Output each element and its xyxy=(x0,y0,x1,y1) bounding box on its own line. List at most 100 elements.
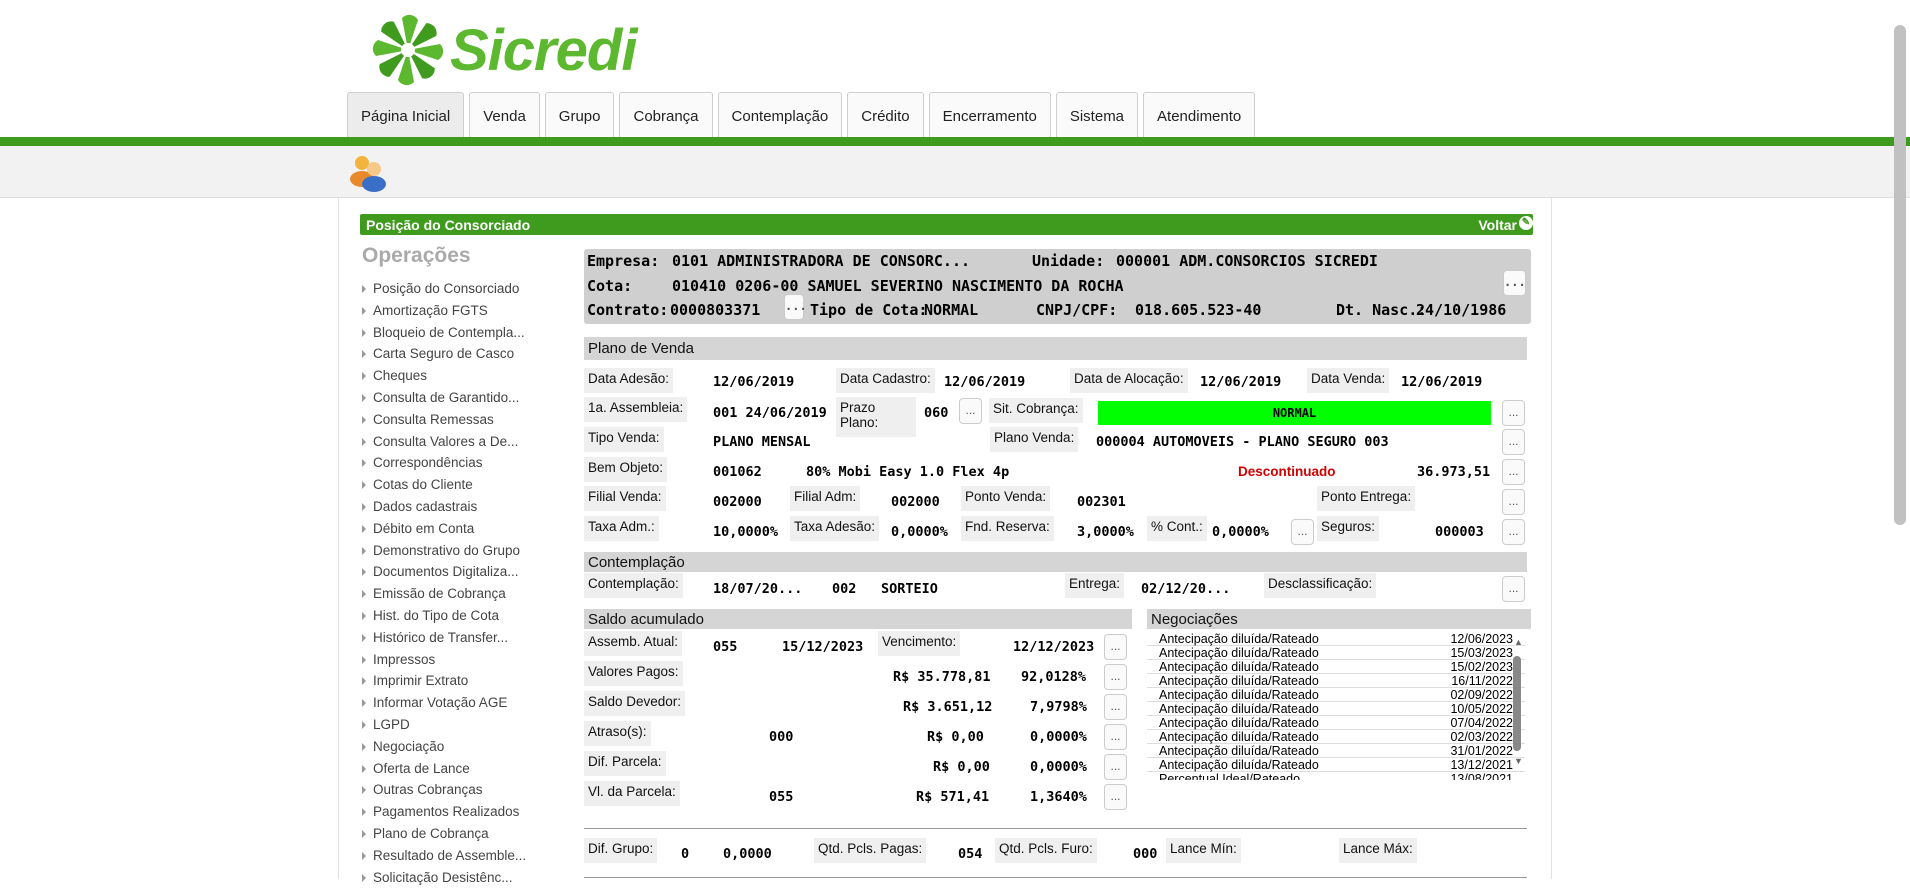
negociacao-row[interactable]: Antecipação diluída/Rateado 07/04/2022 xyxy=(1147,716,1525,730)
negociacao-row[interactable]: Antecipação diluída/Rateado 15/03/2023 xyxy=(1147,646,1525,660)
op-item[interactable]: Cheques xyxy=(362,368,526,390)
voltar-button[interactable]: Voltar xyxy=(1478,217,1517,233)
plano-venda-label: Plano Venda: xyxy=(990,427,1079,452)
negociacao-data: 13/12/2021 xyxy=(1450,758,1513,772)
op-item[interactable]: Negociação xyxy=(362,739,526,761)
op-item[interactable]: Hist. do Tipo de Cota xyxy=(362,608,526,630)
dif-parcela-more-button[interactable]: ... xyxy=(1104,754,1127,780)
negociacao-row[interactable]: Antecipação diluída/Rateado 02/09/2022 xyxy=(1147,688,1525,702)
tab-venda[interactable]: Venda xyxy=(469,92,540,140)
negociacao-row[interactable]: Antecipação diluída/Rateado 12/06/2023 xyxy=(1147,632,1525,646)
seguros-value: 000003 xyxy=(1435,524,1484,540)
vl-parcela-value: R$ 571,41 xyxy=(916,789,990,805)
scroll-down-icon[interactable]: ▼ xyxy=(1514,756,1523,766)
negociacao-row[interactable]: Antecipação diluída/Rateado 15/02/2023 xyxy=(1147,660,1525,674)
contrato-more-button[interactable]: ... xyxy=(784,294,807,320)
tab-pagina-inicial[interactable]: Página Inicial xyxy=(347,92,465,140)
back-icon[interactable]: ✎ xyxy=(1519,216,1533,230)
plano-venda-value: 000004 AUTOMOVEIS - PLANO SEGURO 003 xyxy=(1096,434,1389,450)
op-item[interactable]: Resultado de Assemble... xyxy=(362,848,526,870)
valores-pagos-more-button[interactable]: ... xyxy=(1104,664,1127,690)
op-item[interactable]: Outras Cobranças xyxy=(362,782,526,804)
users-icon[interactable] xyxy=(347,151,389,196)
op-item[interactable]: Solicitação Desistênc... xyxy=(362,870,526,891)
tab-contemplacao[interactable]: Contemplação xyxy=(717,92,843,140)
op-item[interactable]: Documentos Digitaliza... xyxy=(362,564,526,586)
op-item[interactable]: Demonstrativo do Grupo xyxy=(362,543,526,565)
op-item[interactable]: Amortização FGTS xyxy=(362,303,526,325)
negociacao-row[interactable]: Antecipação diluída/Rateado 10/05/2022 xyxy=(1147,702,1525,716)
bem-more-button[interactable]: ... xyxy=(1502,459,1525,485)
dif-parcela-percent: 0,0000% xyxy=(1030,759,1087,775)
op-item[interactable]: Carta Seguro de Casco xyxy=(362,346,526,368)
op-item[interactable]: Pagamentos Realizados xyxy=(362,804,526,826)
negociacoes-scrollbar[interactable] xyxy=(1513,656,1521,751)
empresa-value: 0101 ADMINISTRADORA DE CONSORC... xyxy=(672,252,971,270)
op-item[interactable]: Consulta de Garantido... xyxy=(362,390,526,412)
contrato-label: Contrato: xyxy=(587,301,669,319)
ponto-entrega-more-button[interactable]: ... xyxy=(1502,489,1525,515)
cota-more-button[interactable]: ... xyxy=(1503,270,1526,296)
page-scrollbar[interactable] xyxy=(1894,25,1906,525)
op-item[interactable]: Consulta Remessas xyxy=(362,412,526,434)
dif-grupo-label: Dif. Grupo: xyxy=(584,838,658,863)
op-item[interactable]: Plano de Cobrança xyxy=(362,826,526,848)
saldo-devedor-label: Saldo Devedor: xyxy=(584,691,686,716)
vencimento-more-button[interactable]: ... xyxy=(1104,634,1127,660)
op-item[interactable]: Histórico de Transfer... xyxy=(362,630,526,652)
taxa-adesao-value: 0,0000% xyxy=(891,524,948,540)
vl-parcela-numero: 055 xyxy=(769,789,794,805)
op-item[interactable]: Impressos xyxy=(362,652,526,674)
tab-cobranca[interactable]: Cobrança xyxy=(619,92,713,140)
op-item[interactable]: Consulta Valores a De... xyxy=(362,434,526,456)
negociacao-row[interactable]: Antecipação diluída/Rateado 16/11/2022 xyxy=(1147,674,1525,688)
negociacoes-list[interactable]: Antecipação diluída/Rateado 12/06/2023 An… xyxy=(1147,632,1525,780)
op-item[interactable]: Posição do Consorciado xyxy=(362,281,526,303)
op-item[interactable]: Cotas do Cliente xyxy=(362,477,526,499)
tab-sistema[interactable]: Sistema xyxy=(1055,92,1139,140)
negociacao-data: 07/04/2022 xyxy=(1450,716,1513,730)
fnd-reserva-label: Fnd. Reserva: xyxy=(961,516,1054,541)
ponto-venda-label: Ponto Venda: xyxy=(961,486,1051,511)
op-item[interactable]: Imprimir Extrato xyxy=(362,673,526,695)
op-item[interactable]: LGPD xyxy=(362,717,526,739)
assembleia-label: 1a. Assembleia: xyxy=(584,397,688,422)
contemplacao-more-button[interactable]: ... xyxy=(1502,576,1525,602)
op-item[interactable]: Débito em Conta xyxy=(362,521,526,543)
data-adesao-value: 12/06/2019 xyxy=(713,374,795,390)
op-item[interactable]: Dados cadastrais xyxy=(362,499,526,521)
sit-more-button[interactable]: ... xyxy=(1502,400,1525,426)
vl-parcela-more-button[interactable]: ... xyxy=(1104,784,1127,810)
plano-venda-more-button[interactable]: ... xyxy=(1502,429,1525,455)
saldo-devedor-more-button[interactable]: ... xyxy=(1104,694,1127,720)
scroll-up-icon[interactable]: ▲ xyxy=(1514,637,1523,647)
negociacao-data: 15/03/2023 xyxy=(1450,646,1513,660)
atraso-more-button[interactable]: ... xyxy=(1104,724,1127,750)
tab-credito[interactable]: Crédito xyxy=(847,92,924,140)
negociacao-row[interactable]: Antecipação diluída/Rateado 02/03/2022 xyxy=(1147,730,1525,744)
tab-grupo[interactable]: Grupo xyxy=(544,92,615,140)
negociacao-row[interactable]: Antecipação diluída/Rateado 13/12/2021 xyxy=(1147,758,1525,772)
op-item[interactable]: Bloqueio de Contempla... xyxy=(362,325,526,347)
negociacao-row[interactable]: Percentual Ideal/Rateado 13/08/2021 xyxy=(1147,772,1525,780)
op-item[interactable]: Emissão de Cobrança xyxy=(362,586,526,608)
bem-valor: 36.973,51 xyxy=(1417,464,1491,480)
seguros-more-button[interactable]: ... xyxy=(1502,519,1525,545)
lance-min-label: Lance Mín: xyxy=(1166,838,1241,863)
op-item[interactable]: Informar Votação AGE xyxy=(362,695,526,717)
op-item[interactable]: Oferta de Lance xyxy=(362,761,526,783)
contemplacao-tipo: SORTEIO xyxy=(881,581,938,597)
prazo-more-button[interactable]: ... xyxy=(959,398,982,424)
tab-encerramento[interactable]: Encerramento xyxy=(928,92,1051,140)
op-item[interactable]: Correspondências xyxy=(362,455,526,477)
saldo-devedor-percent: 7,9798% xyxy=(1030,699,1087,715)
cont-more-button[interactable]: ... xyxy=(1291,519,1314,545)
green-divider xyxy=(0,137,1910,146)
page-title: Posição do Consorciado xyxy=(366,217,531,233)
tab-atendimento[interactable]: Atendimento xyxy=(1143,92,1256,140)
negociacao-row[interactable]: Antecipação diluída/Rateado 31/01/2022 xyxy=(1147,744,1525,758)
contemplacao-numero: 002 xyxy=(832,581,857,597)
filial-adm-label: Filial Adm: xyxy=(790,486,861,511)
dif-grupo-numero: 0 xyxy=(681,846,690,862)
dif-parcela-value: R$ 0,00 xyxy=(933,759,990,775)
